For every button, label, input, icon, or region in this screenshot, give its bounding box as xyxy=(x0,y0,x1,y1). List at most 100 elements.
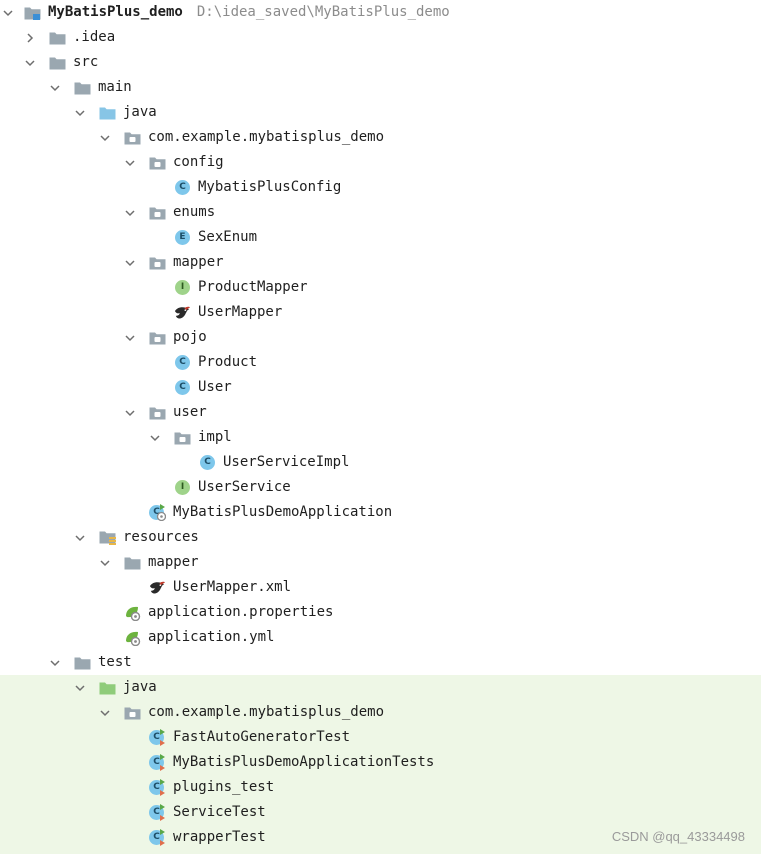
tree-node-label: com.example.mybatisplus_demo xyxy=(148,125,384,150)
chevron-down-icon[interactable] xyxy=(122,400,138,425)
tree-node-idea[interactable]: .idea xyxy=(0,25,761,50)
test-class-icon: C xyxy=(149,829,166,846)
tree-node-label: .idea xyxy=(73,25,115,50)
chevron-down-icon[interactable] xyxy=(97,550,113,575)
tree-node-label: enums xyxy=(173,200,215,225)
tree-node-usermapper[interactable]: UserMapper xyxy=(0,300,761,325)
node-name: config xyxy=(173,154,224,170)
chevron-down-icon[interactable] xyxy=(72,100,88,125)
tree-node-mybatisplusdemoapplication[interactable]: C MyBatisPlusDemoApplication xyxy=(0,500,761,525)
node-name: User xyxy=(198,379,232,395)
interface-badge: I xyxy=(175,280,190,295)
watermark: CSDN @qq_43334498 xyxy=(611,829,745,844)
package-icon xyxy=(149,404,166,421)
tree-node-impl[interactable]: impl xyxy=(0,425,761,450)
chevron-down-icon[interactable] xyxy=(122,200,138,225)
tree-node-label: plugins_test xyxy=(173,775,274,800)
tree-node-sexenum[interactable]: E SexEnum xyxy=(0,225,761,250)
chevron-down-icon[interactable] xyxy=(0,0,16,25)
node-name: ServiceTest xyxy=(173,804,266,820)
tree-node-pojo[interactable]: pojo xyxy=(0,325,761,350)
node-name: SexEnum xyxy=(198,229,258,245)
tree-node-com-example-mybatisplus-demo[interactable]: com.example.mybatisplus_demo xyxy=(0,700,761,725)
tree-node-mapper[interactable]: mapper xyxy=(0,250,761,275)
chevron-down-icon[interactable] xyxy=(147,425,163,450)
tree-node-label: java xyxy=(123,100,157,125)
tree-node-config[interactable]: config xyxy=(0,150,761,175)
tree-node-label: User xyxy=(198,375,232,400)
chevron-down-icon[interactable] xyxy=(22,50,38,75)
chevron-down-icon[interactable] xyxy=(122,150,138,175)
tree-node-application-properties[interactable]: application.properties xyxy=(0,600,761,625)
chevron-down-icon[interactable] xyxy=(72,525,88,550)
test-class-icon: C xyxy=(149,754,166,771)
node-name: user xyxy=(173,404,207,420)
tree-node-test[interactable]: test xyxy=(0,650,761,675)
package-icon xyxy=(124,704,141,721)
node-name: enums xyxy=(173,204,216,220)
tree-node-user[interactable]: user xyxy=(0,400,761,425)
test-class-icon: C xyxy=(149,804,166,821)
tree-node-label: ServiceTest xyxy=(173,800,266,825)
tree-node-label: com.example.mybatisplus_demo xyxy=(148,700,384,725)
tree-node-src[interactable]: src xyxy=(0,50,761,75)
chevron-down-icon[interactable] xyxy=(97,700,113,725)
tree-node-userserviceimpl[interactable]: C UserServiceImpl xyxy=(0,450,761,475)
tree-node-java[interactable]: java xyxy=(0,675,761,700)
tree-node-label: Product xyxy=(198,350,257,375)
node-name: MyBatisPlusDemoApplicationTests xyxy=(173,754,435,770)
tree-node-label: MyBatisPlusDemoApplication xyxy=(173,500,392,525)
node-name: Product xyxy=(198,354,258,370)
chevron-down-icon[interactable] xyxy=(47,650,63,675)
tree-node-com-example-mybatisplus-demo[interactable]: com.example.mybatisplus_demo xyxy=(0,125,761,150)
tree-node-label: pojo xyxy=(173,325,207,350)
tree-node-label: application.properties xyxy=(148,600,333,625)
tree-node-label: MyBatisPlus_demo D:\idea_saved\MyBatisPlu… xyxy=(48,0,450,25)
tree-node-mapper[interactable]: mapper xyxy=(0,550,761,575)
node-name: FastAutoGeneratorTest xyxy=(173,729,351,745)
folder-icon xyxy=(49,54,66,71)
tree-node-main[interactable]: main xyxy=(0,75,761,100)
tree-node-plugins-test[interactable]: Cplugins_test xyxy=(0,775,761,800)
chevron-down-icon[interactable] xyxy=(122,250,138,275)
chevron-down-icon[interactable] xyxy=(47,75,63,100)
tree-node-product[interactable]: C Product xyxy=(0,350,761,375)
node-name: MyBatisPlus_demo xyxy=(48,4,183,20)
tree-node-label: test xyxy=(98,650,132,675)
node-name: mapper xyxy=(173,254,224,270)
chevron-right-icon[interactable] xyxy=(22,25,38,50)
folder-icon xyxy=(74,654,91,671)
folder-icon xyxy=(74,79,91,96)
chevron-down-icon[interactable] xyxy=(122,325,138,350)
node-name: impl xyxy=(198,429,232,445)
node-name: mapper xyxy=(148,554,199,570)
chevron-down-icon[interactable] xyxy=(97,125,113,150)
tree-node-application-yml[interactable]: application.yml xyxy=(0,625,761,650)
package-icon xyxy=(149,154,166,171)
module-folder-icon xyxy=(24,4,41,21)
tree-node-userservice[interactable]: I UserService xyxy=(0,475,761,500)
tree-node-resources[interactable]: resources xyxy=(0,525,761,550)
node-name: UserServiceImpl xyxy=(223,454,350,470)
tree-node-enums[interactable]: enums xyxy=(0,200,761,225)
class-badge: C xyxy=(175,180,190,195)
class-icon: C xyxy=(199,454,216,471)
tree-node-mybatisplus-demo[interactable]: MyBatisPlus_demo D:\idea_saved\MyBatisPlu… xyxy=(0,0,761,25)
package-icon xyxy=(149,204,166,221)
folder-icon xyxy=(124,554,141,571)
tree-node-usermapper-xml[interactable]: UserMapper.xml xyxy=(0,575,761,600)
tree-node-servicetest[interactable]: C ServiceTest xyxy=(0,800,761,825)
spring-boot-class-icon: C xyxy=(149,504,166,521)
tree-node-java[interactable]: java xyxy=(0,100,761,125)
tree-node-fastautogeneratortest[interactable]: C FastAutoGeneratorTest xyxy=(0,725,761,750)
tree-node-productmapper[interactable]: I ProductMapper xyxy=(0,275,761,300)
node-name: UserService xyxy=(198,479,291,495)
tree-node-mybatisplusconfig[interactable]: C MybatisPlusConfig xyxy=(0,175,761,200)
tree-node-mybatisplusdemoapplicationtests[interactable]: C MyBatisPlusDemoApplicationTests xyxy=(0,750,761,775)
node-name: pojo xyxy=(173,329,207,345)
tree-node-label: user xyxy=(173,400,207,425)
chevron-down-icon[interactable] xyxy=(72,675,88,700)
tree-node-label: application.yml xyxy=(148,625,274,650)
tree-node-user[interactable]: C User xyxy=(0,375,761,400)
tree-node-label: UserMapper.xml xyxy=(173,575,291,600)
